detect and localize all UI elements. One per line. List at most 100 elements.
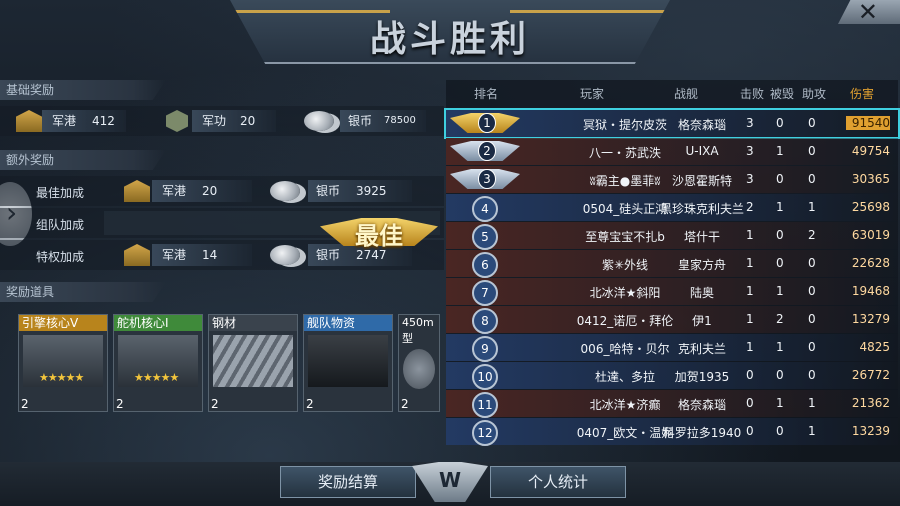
fleet-emblem: W — [412, 462, 488, 502]
rank-wing-badge: 3 — [450, 169, 520, 189]
cell-ship: 科罗拉多1940 — [662, 426, 742, 440]
cell-ship: 克利夫兰 — [677, 342, 726, 356]
item-count: 2 — [21, 397, 29, 411]
cell-destroyed: 1 — [776, 340, 784, 354]
port-label: 军港 — [52, 114, 77, 128]
cell-kills: 3 — [746, 144, 754, 158]
rank-number: 11 — [472, 392, 498, 418]
reward-items: 引擎核心Ⅴ ★★★★★ 2 舵机核心Ⅰ ★★★★★ 2 钢材 2 舰队物资 2 … — [0, 314, 444, 412]
reward-item[interactable]: 舵机核心Ⅰ ★★★★★ 2 — [113, 314, 203, 412]
cell-assists: 0 — [808, 116, 816, 130]
best-badge-label: 最佳 — [355, 222, 403, 250]
best-badge: 最佳 — [320, 208, 438, 256]
reward-item[interactable]: 舰队物资 2 — [303, 314, 393, 412]
merit-label: 军功 — [202, 114, 227, 128]
silver-coin-icon — [270, 181, 300, 201]
section-reward-items: 奖励道具 — [0, 282, 166, 302]
table-row[interactable]: 6 紫✳外线 皇家方舟 1 0 0 22628 — [446, 250, 898, 278]
item-count: 2 — [116, 397, 124, 411]
silver-value: 78500 — [384, 115, 416, 126]
cell-destroyed: 0 — [776, 116, 784, 130]
table-row[interactable]: 12 0407_欧文・温妮 科罗拉多1940 0 0 1 13239 — [446, 418, 898, 446]
cell-assists: 0 — [808, 340, 816, 354]
rank-number: 9 — [472, 336, 498, 362]
cell-kills: 1 — [746, 340, 754, 354]
cell-kills: 1 — [746, 284, 754, 298]
cell-ship: 沙恩霍斯特 — [671, 174, 732, 188]
port-icon — [124, 244, 150, 266]
table-row[interactable]: 8 0412_诺厄・拜伦 伊1 1 2 0 13279 — [446, 306, 898, 334]
reward-item[interactable]: 钢材 2 — [208, 314, 298, 412]
reward-item[interactable]: 引擎核心Ⅴ ★★★★★ 2 — [18, 314, 108, 412]
emblem-letter: W — [439, 468, 462, 492]
cell-damage: 19468 — [851, 284, 890, 298]
port-label: 军港 — [162, 184, 187, 198]
header-destroyed: 被毁 — [770, 87, 795, 101]
item-count: 2 — [306, 397, 314, 411]
cell-kills: 1 — [746, 228, 754, 242]
item-stars: ★★★★★ — [134, 371, 179, 384]
table-row[interactable]: 1 冥狱・提尔皮茨 格奈森瑙 3 0 0 91540 — [444, 108, 900, 139]
cell-damage: 21362 — [851, 396, 890, 410]
silver-reward: 银币 3925 — [308, 180, 412, 202]
cell-damage: 49754 — [851, 144, 890, 158]
cell-assists: 0 — [808, 284, 816, 298]
cell-destroyed: 0 — [776, 424, 784, 438]
table-row[interactable]: 9 006_哈特・贝尔 克利夫兰 1 1 0 4825 — [446, 334, 898, 362]
rank-number: 8 — [472, 308, 498, 334]
silver-label: 银币 — [316, 184, 341, 198]
basic-rewards-row: 军港 412 军功 20 银币 78500 — [0, 106, 444, 136]
cell-damage: 63019 — [851, 228, 890, 242]
rank-number: 6 — [472, 252, 498, 278]
cell-ship: 加贺1935 — [674, 370, 730, 384]
item-count: 2 — [401, 397, 409, 411]
reward-settlement-button[interactable]: 奖励结算 — [280, 466, 416, 498]
table-row[interactable]: 3 ʬ霸主●墨菲ʬ 沙恩霍斯特 3 0 0 30365 — [446, 166, 898, 193]
close-icon: ✕ — [857, 0, 878, 26]
cell-kills: 2 — [746, 200, 754, 214]
personal-stats-button[interactable]: 个人统计 — [490, 466, 626, 498]
port-reward: 军港 14 — [152, 244, 252, 266]
cell-kills: 0 — [746, 368, 754, 382]
table-row[interactable]: 7 北冰洋★斜阳 陆奥 1 1 0 19468 — [446, 278, 898, 306]
cell-assists: 0 — [808, 144, 816, 158]
cell-kills: 3 — [746, 172, 754, 186]
item-name: 钢材 — [209, 315, 297, 331]
item-name: 舰队物资 — [304, 315, 392, 331]
reward-item[interactable]: 450m型 2 — [398, 314, 440, 412]
cell-ship: 伊1 — [692, 314, 712, 328]
cell-destroyed: 1 — [776, 396, 784, 410]
header-damage: 伤害 — [850, 87, 875, 101]
silver-reward: 银币 78500 — [340, 110, 426, 132]
cell-assists: 1 — [808, 200, 816, 214]
steel-icon — [213, 335, 293, 387]
rank-number: 5 — [472, 224, 498, 250]
rank-number: 3 — [478, 169, 496, 189]
cell-kills: 3 — [746, 116, 754, 130]
cell-ship: 黑珍珠克利夫兰 — [659, 202, 744, 216]
port-value: 412 — [92, 114, 115, 128]
cell-kills: 1 — [746, 312, 754, 326]
extra-row-best: 最佳加成 军港 20 银币 3925 — [0, 176, 444, 206]
port-value: 14 — [202, 248, 218, 262]
header-ship: 战舰 — [674, 87, 699, 101]
item-name: 引擎核心Ⅴ — [19, 315, 107, 331]
port-label: 军港 — [162, 248, 187, 262]
merit-reward: 军功 20 — [192, 110, 276, 132]
merit-value: 20 — [240, 114, 256, 128]
rewards-panel: 基础奖励 军港 412 军功 20 银币 78500 额外奖励 › 最佳加成 军… — [0, 72, 444, 452]
table-row[interactable]: 2 八一・苏武泆 U-IXA 3 1 0 49754 — [446, 138, 898, 165]
cell-destroyed: 2 — [776, 312, 784, 326]
fleet-supply-crate-icon — [308, 335, 388, 387]
cell-kills: 0 — [746, 396, 754, 410]
cell-ship: 陆奥 — [689, 286, 714, 300]
table-row[interactable]: 4 0504_硅头正鸿 黑珍珠克利夫兰 2 1 1 25698 — [446, 194, 898, 222]
table-row[interactable]: 11 北冰洋★济癫 格奈森瑙 0 1 1 21362 — [446, 390, 898, 418]
rank-number: 4 — [472, 196, 498, 222]
table-row[interactable]: 10 杜達、多拉 加贺1935 0 0 0 26772 — [446, 362, 898, 390]
merit-icon — [166, 110, 188, 132]
table-row[interactable]: 5 至尊宝宝不扎b 塔什干 1 0 2 63019 — [446, 222, 898, 250]
silver-label: 银币 — [348, 114, 373, 128]
cell-assists: 0 — [808, 172, 816, 186]
port-icon — [16, 110, 42, 132]
